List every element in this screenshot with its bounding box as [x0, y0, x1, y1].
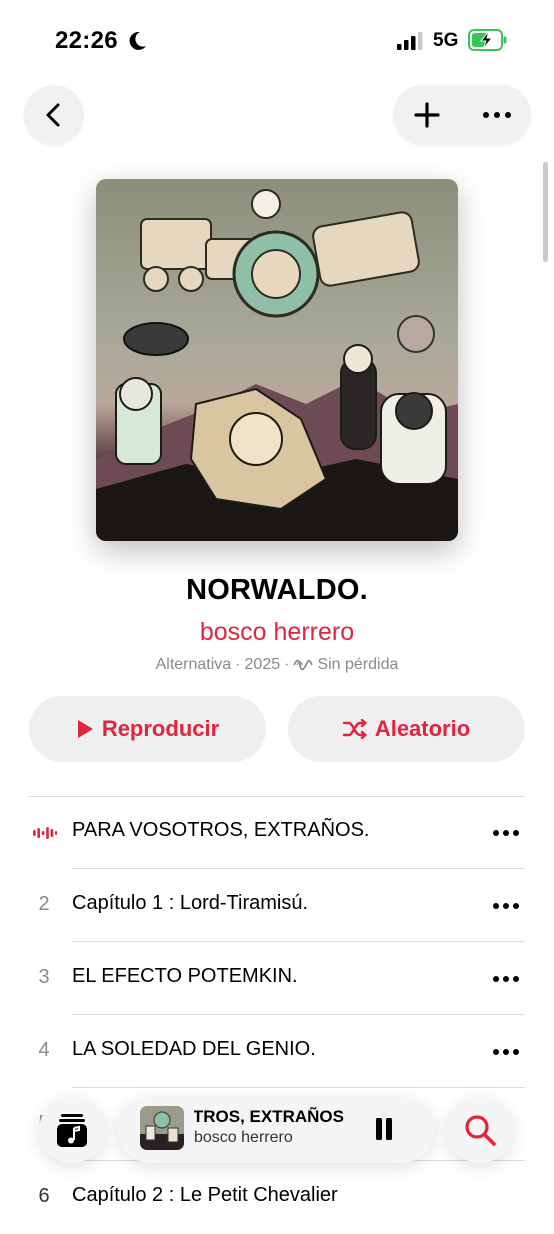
network-label: 5G	[433, 30, 459, 51]
track-row[interactable]: 4 LA SOLEDAD DEL GENIO.	[0, 1016, 554, 1088]
track-number: 2	[38, 893, 50, 915]
track-row[interactable]: 6 Capítulo 2 : Le Petit Chevalier	[0, 1162, 554, 1234]
album-genre: Alternativa	[155, 656, 232, 673]
track-divider	[72, 941, 525, 942]
more-button[interactable]	[465, 85, 529, 145]
album-year: 2025	[244, 656, 281, 673]
track-title: Capítulo 2 : Le Petit Chevalier	[72, 1184, 338, 1206]
signal-icon	[397, 32, 423, 50]
plus-icon	[414, 102, 440, 128]
mini-player-artist: bosco herrero	[194, 1129, 293, 1146]
track-more-icon[interactable]	[490, 1042, 522, 1062]
battery-icon	[468, 29, 507, 51]
track-number: 4	[38, 1039, 50, 1061]
track-more-icon[interactable]	[490, 823, 522, 843]
more-icon	[483, 112, 511, 118]
album-meta: Alternativa · 2025 · Sin pérdida	[0, 656, 554, 674]
library-button[interactable]	[39, 1097, 105, 1163]
lossless-icon	[293, 659, 314, 671]
mini-player-title: PARA VOSOTROS, EXTRAÑOS.	[194, 1107, 344, 1126]
track-number: 3	[38, 966, 50, 988]
play-icon	[77, 720, 93, 738]
album-title: NORWALDO.	[186, 574, 368, 606]
track-title: EL EFECTO POTEMKIN.	[72, 965, 298, 987]
play-label: Reproducir	[101, 716, 220, 741]
meta-separator: ·	[284, 656, 290, 673]
search-icon	[465, 1115, 496, 1146]
now-playing-icon	[33, 827, 57, 839]
add-button[interactable]	[395, 85, 459, 145]
track-number: 6	[38, 1185, 50, 1207]
meta-separator: ·	[235, 656, 241, 673]
actions-pill	[393, 85, 531, 145]
shuffle-label: Aleatorio	[374, 716, 471, 741]
search-button[interactable]	[447, 1097, 513, 1163]
track-title: LA SOLEDAD DEL GENIO.	[72, 1038, 316, 1060]
track-title: PARA VOSOTROS, EXTRAÑOS.	[72, 819, 370, 841]
track-divider	[72, 1087, 525, 1088]
back-icon	[46, 103, 60, 127]
library-icon	[57, 1114, 87, 1147]
shuffle-button[interactable]: Aleatorio	[288, 696, 525, 762]
mini-player-artwork	[140, 1106, 184, 1150]
moon-icon	[129, 31, 146, 50]
track-more-icon[interactable]	[490, 969, 522, 989]
scrollbar[interactable]	[543, 162, 548, 262]
track-row[interactable]: 3 EL EFECTO POTEMKIN.	[0, 943, 554, 1015]
track-row[interactable]: 2 Capítulo 1 : Lord-Tiramisú.	[0, 870, 554, 942]
album-artist-link[interactable]: bosco herrero	[0, 618, 554, 647]
track-divider	[72, 1014, 525, 1015]
track-more-icon[interactable]	[490, 896, 522, 916]
status-time: 22:26	[55, 27, 118, 54]
track-title: Capítulo 1 : Lord-Tiramisú.	[72, 892, 309, 914]
album-artwork	[96, 179, 458, 541]
track-divider	[72, 868, 525, 869]
shuffle-icon	[342, 719, 367, 739]
track-row[interactable]: PARA VOSOTROS, EXTRAÑOS.	[0, 797, 554, 869]
play-button[interactable]: Reproducir	[29, 696, 266, 762]
back-button[interactable]	[24, 85, 84, 145]
pause-icon[interactable]	[370, 1115, 398, 1143]
album-quality: Sin pérdida	[317, 656, 399, 673]
mini-player[interactable]: PARA VOSOTROS, EXTRAÑOS. bosco herrero	[118, 1097, 434, 1163]
